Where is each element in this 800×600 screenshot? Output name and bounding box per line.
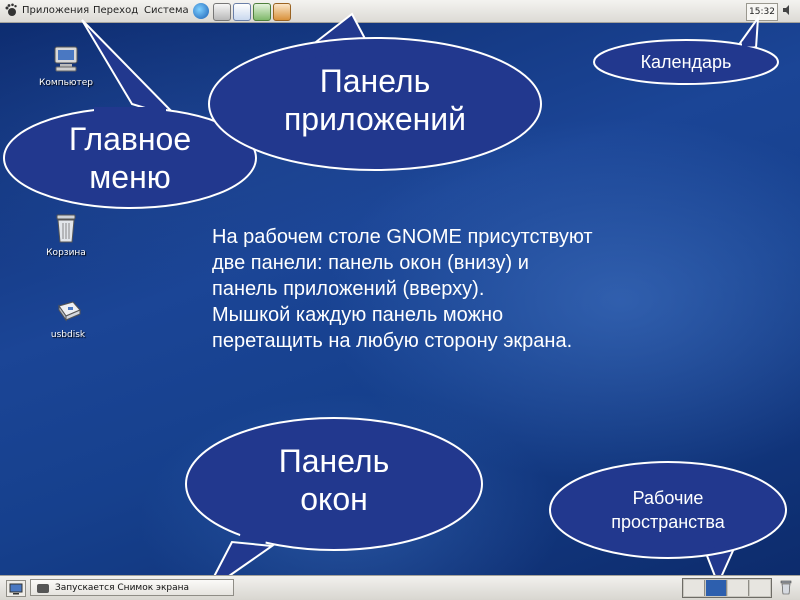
callout-line: окон (300, 481, 368, 517)
callout-app-panel-text: Панель приложений (214, 62, 536, 138)
trash-applet-icon[interactable] (778, 579, 794, 595)
description-line: На рабочем столе GNOME присутствуют (212, 226, 593, 248)
callout-line: меню (89, 159, 171, 195)
callout-line: Главное (68, 121, 192, 157)
description-line: две панели: панель окон (внизу) и (212, 252, 529, 274)
workspace-4[interactable] (750, 580, 770, 596)
callout-line: пространства (611, 512, 725, 532)
taskbar-button[interactable]: Запускается Снимок экрана (30, 579, 234, 596)
callout-window-panel-text: Панель окон (188, 442, 480, 518)
show-desktop-button[interactable] (6, 580, 26, 597)
callout-line: Рабочие (632, 488, 704, 508)
description-line: перетащить на любую сторону экрана. (212, 330, 573, 352)
description-text: На рабочем столе GNOME присутствуют две … (212, 224, 752, 354)
desktop-icon (9, 583, 23, 595)
workspace-1[interactable] (684, 580, 705, 596)
callout-line: Панель (278, 443, 390, 479)
bottom-panel: Запускается Снимок экрана (0, 575, 800, 600)
callout-line: Календарь (640, 52, 732, 72)
callout-workspaces-text: Рабочие пространства (556, 486, 780, 534)
workspace-3[interactable] (728, 580, 749, 596)
callout-line: Панель (319, 63, 431, 99)
description-line: панель приложений (вверху). (212, 278, 485, 300)
workspace-2[interactable] (706, 580, 727, 596)
taskbar-button-label: Запускается Снимок экрана (55, 583, 190, 593)
callout-main-menu-text: Главное меню (14, 120, 246, 196)
description-line: Мышкой каждую панель можно (212, 304, 504, 326)
camera-icon (37, 584, 49, 593)
workspace-switcher[interactable] (682, 578, 772, 598)
callout-line: приложений (283, 101, 467, 137)
callout-calendar-text: Календарь (596, 50, 776, 74)
